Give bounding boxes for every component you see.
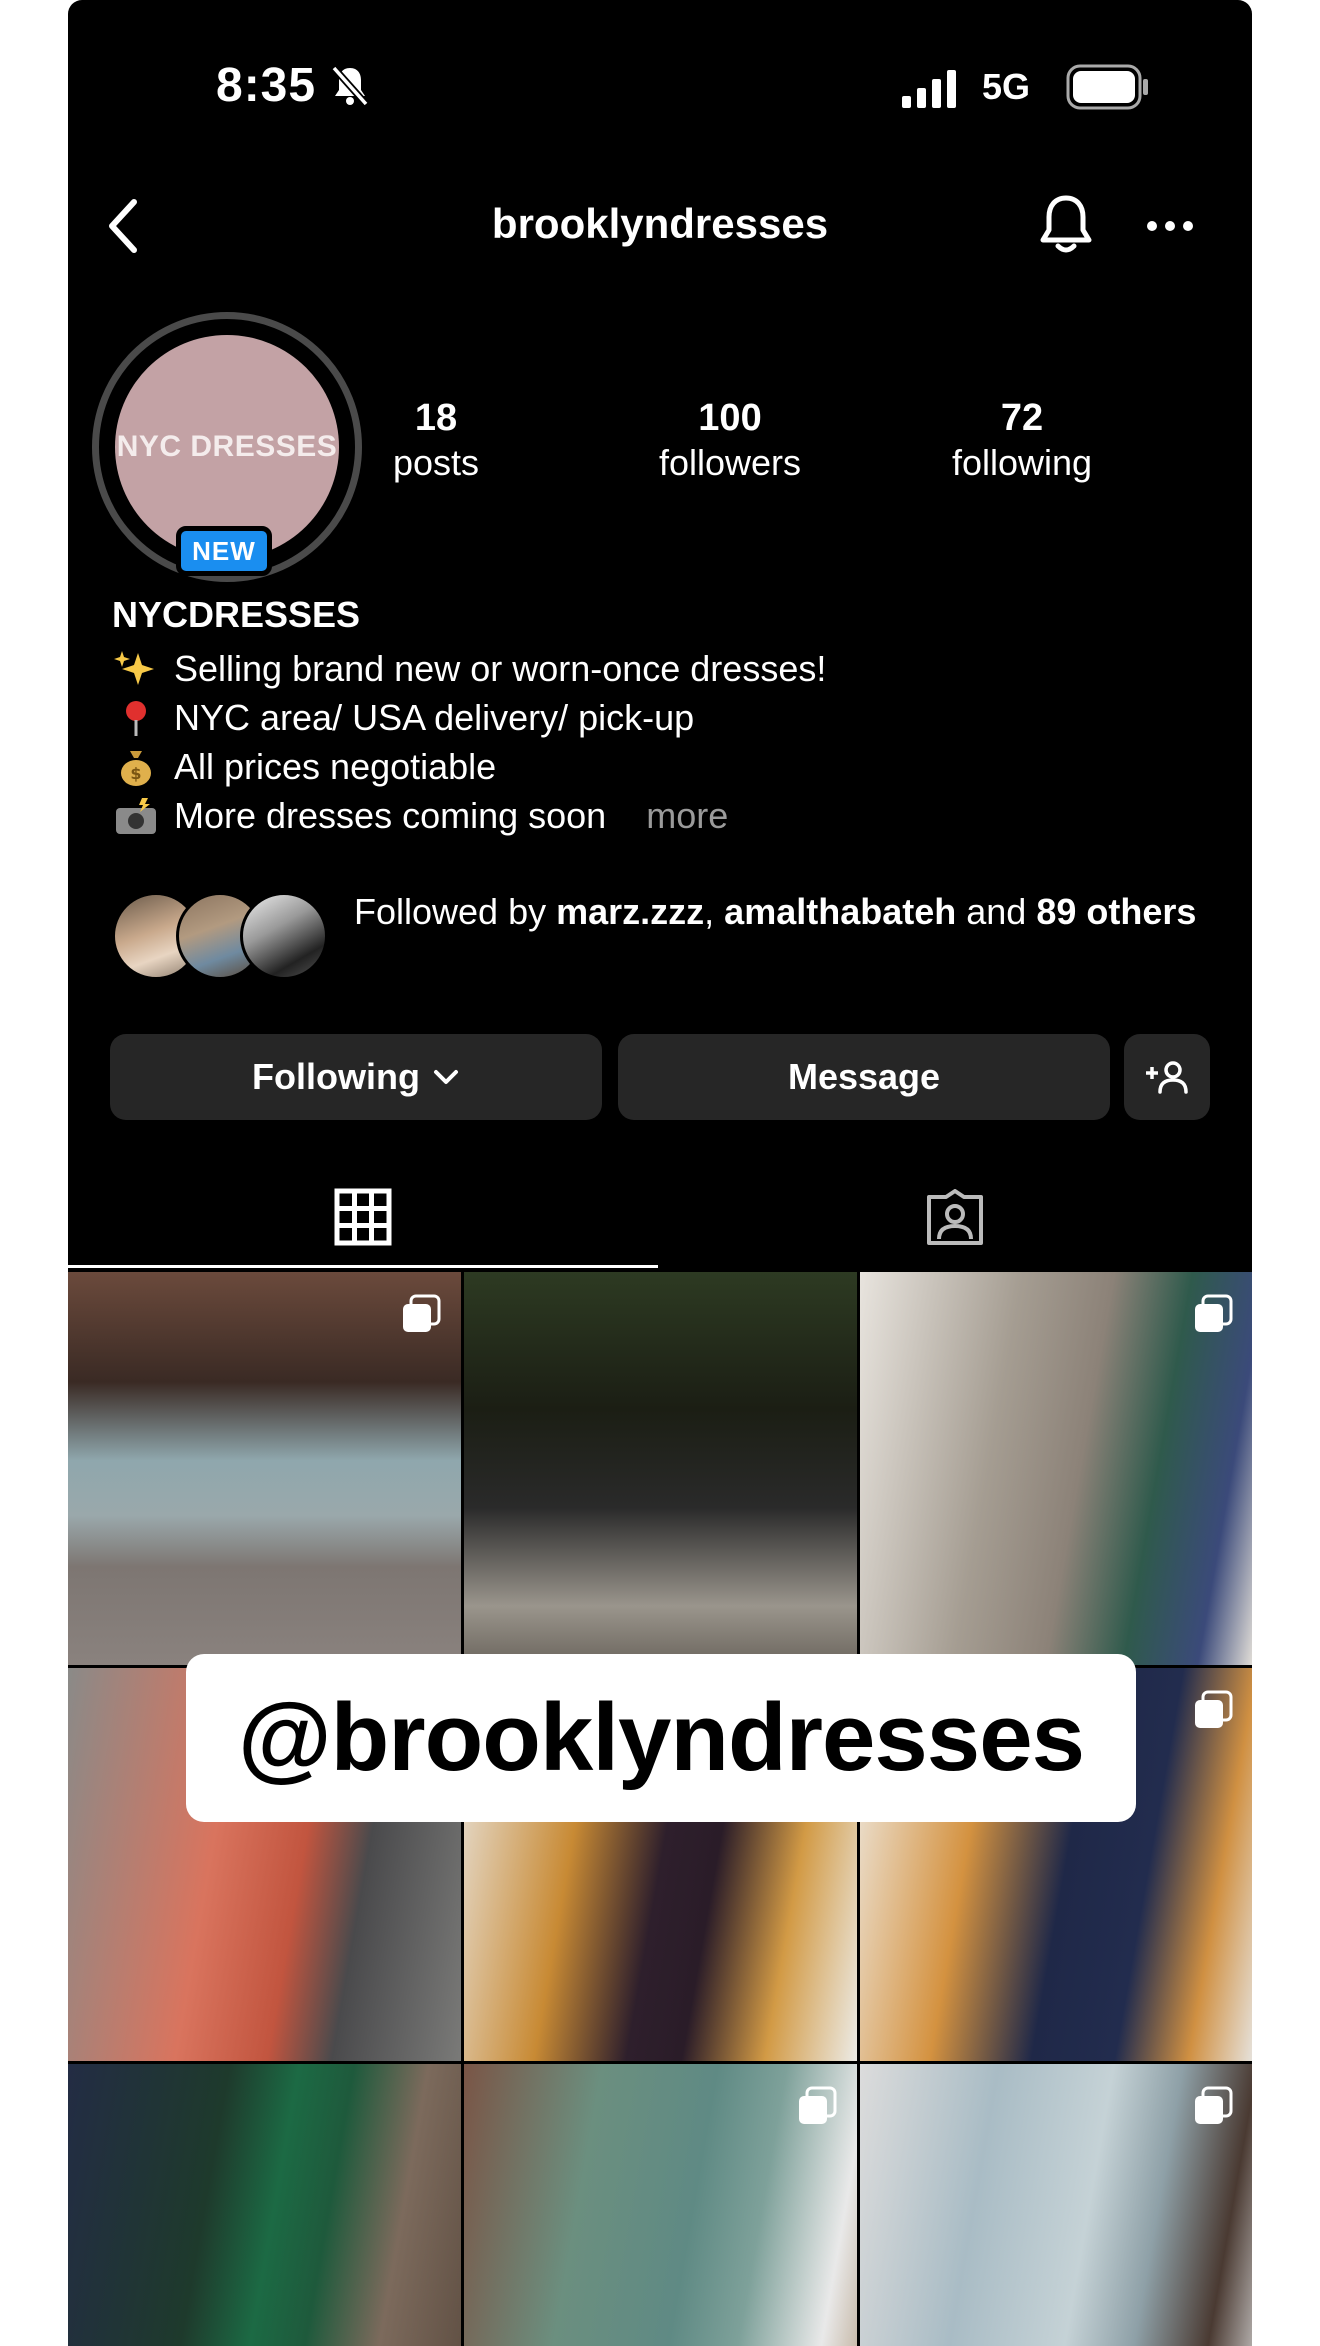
multiple-posts-icon (1195, 2086, 1233, 2124)
svg-text:$: $ (130, 764, 141, 783)
sparkles-icon (114, 650, 154, 685)
stat-following[interactable]: 72 following (902, 396, 1142, 486)
multiple-posts-icon (799, 2086, 837, 2124)
tagged-person-icon (927, 1189, 983, 1245)
status-time: 8:35 (216, 59, 317, 112)
stat-value: 100 (698, 397, 762, 439)
more-options-icon[interactable] (1144, 212, 1196, 240)
followed-by-and: and (956, 891, 1037, 932)
overlay-caption: @brooklyndresses (186, 1654, 1136, 1822)
followed-by-user: amalthabateh (724, 891, 957, 932)
followed-by-others: 89 others (1036, 891, 1197, 932)
bio-text: Selling brand new or worn-once dresses! (174, 648, 827, 689)
post-thumbnail[interactable] (68, 2064, 461, 2346)
bell-muted-icon (331, 65, 369, 107)
stat-value: 18 (414, 397, 458, 439)
battery-icon (1066, 64, 1148, 110)
multiple-posts-icon (1195, 1690, 1233, 1728)
tab-tagged[interactable] (658, 1168, 1252, 1268)
notification-bell-icon[interactable] (1036, 192, 1096, 258)
chevron-down-icon (433, 1070, 458, 1084)
new-badge: NEW (176, 526, 272, 576)
post-thumbnail[interactable] (68, 1272, 461, 1665)
stat-value: 72 (1000, 397, 1044, 439)
stat-posts[interactable]: 18 posts (316, 396, 556, 486)
tab-posts-grid[interactable] (68, 1168, 658, 1268)
stat-followers[interactable]: 100 followers (610, 396, 850, 486)
bio-line: $ All prices negotiable (112, 742, 826, 791)
stat-label: posts (392, 442, 480, 483)
profile-screen: 8:35 5G brooklyndresses NYC DRESSES NEW … (68, 0, 1252, 2346)
followed-by-user: marz.zzz (556, 891, 705, 932)
pin-icon (126, 700, 146, 736)
following-button-label: Following (252, 1056, 420, 1097)
followed-by-text[interactable]: Followed by marz.zzz, amalthabateh and 8… (354, 888, 1214, 936)
post-thumbnail[interactable] (860, 2064, 1252, 2346)
display-name: NYCDRESSES (112, 594, 361, 635)
stat-label: followers (658, 442, 802, 483)
multiple-posts-icon (1195, 1294, 1233, 1332)
add-person-icon (1146, 1061, 1188, 1094)
bio-line: NYC area/ USA delivery/ pick-up (112, 693, 826, 742)
post-thumbnail[interactable] (464, 1272, 857, 1665)
post-thumbnail[interactable] (860, 1272, 1252, 1665)
cellular-signal-icon (902, 70, 956, 108)
message-button[interactable]: Message (618, 1034, 1110, 1120)
suggested-users-button[interactable] (1124, 1034, 1210, 1120)
bio-more-link[interactable]: more (646, 791, 728, 840)
camera-flash-icon (116, 797, 156, 834)
mutual-followers-avatars[interactable] (112, 892, 336, 982)
network-type: 5G (982, 66, 1031, 107)
multiple-posts-icon (403, 1294, 441, 1332)
mutual-follower-avatar (240, 892, 328, 980)
money-bag-icon: $ (121, 750, 151, 786)
grid-icon (334, 1188, 392, 1245)
bio-text: All prices negotiable (174, 746, 497, 787)
bio-line: Selling brand new or worn-once dresses! (112, 644, 826, 693)
stat-label: following (951, 442, 1093, 483)
followed-by-separator: , (704, 891, 725, 932)
bio: Selling brand new or worn-once dresses! … (112, 644, 826, 840)
bio-text: More dresses coming soon (174, 795, 607, 836)
followed-by-prefix: Followed by (354, 891, 557, 932)
following-button[interactable]: Following (110, 1034, 602, 1120)
bio-text: NYC area/ USA delivery/ pick-up (174, 697, 695, 738)
bio-line: More dresses coming soon more (112, 791, 826, 840)
post-thumbnail[interactable] (464, 2064, 857, 2346)
message-button-label: Message (787, 1056, 941, 1097)
